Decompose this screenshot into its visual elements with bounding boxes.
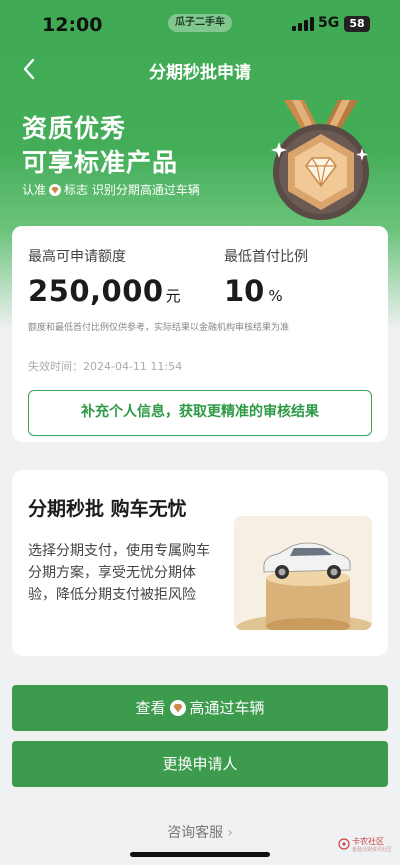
change-applicant-button[interactable]: 更换申请人 bbox=[12, 741, 388, 787]
max-quota-number: 250,000 bbox=[28, 274, 164, 308]
chevron-right-icon: › bbox=[227, 825, 233, 841]
hero-subtitle-pre: 认准 bbox=[22, 183, 47, 197]
down-payment-value: 10% bbox=[224, 274, 283, 308]
hero-title-line2: 可享标准产品 bbox=[22, 148, 179, 177]
hero-subtitle-post: 标志 识别分期高通过车辆 bbox=[64, 183, 200, 197]
promo-card: 分期秒批 购车无忧 选择分期支付，使用专属购车分期方案，享受无忧分期体验，降低分… bbox=[12, 470, 388, 656]
down-payment-unit: % bbox=[268, 287, 283, 305]
down-payment-label: 最低首付比例 bbox=[224, 249, 308, 265]
quota-card: 最高可申请额度 250,000 元 最低首付比例 10% 额度和最低首付比例仅供参… bbox=[12, 226, 388, 442]
customer-service-label: 咨询客服 bbox=[167, 825, 224, 841]
view-button-post: 高通过车辆 bbox=[189, 699, 265, 717]
supplement-info-button[interactable]: 补充个人信息，获取更精准的审核结果 bbox=[28, 390, 372, 436]
max-quota-value: 250,000 元 bbox=[28, 274, 181, 308]
view-high-approval-cars-button[interactable]: 查看 高通过车辆 bbox=[12, 685, 388, 731]
max-quota-label: 最高可申请额度 bbox=[28, 249, 126, 265]
disclaimer-text: 额度和最低首付比例仅供参考，实际结果以金融机构审核结果为准 bbox=[28, 323, 290, 333]
down-payment-number: 10 bbox=[224, 274, 265, 308]
watermark: 卡农社区 金融分期资讯社区 bbox=[338, 834, 396, 856]
home-indicator bbox=[130, 852, 270, 857]
watermark-subtext: 金融分期资讯社区 bbox=[352, 847, 393, 853]
network-type: 5G bbox=[318, 15, 340, 31]
hero-title: 资质优秀 可享标准产品 bbox=[22, 112, 178, 180]
signal-icon bbox=[292, 17, 314, 31]
status-time: 12:00 bbox=[42, 14, 103, 36]
gem-icon bbox=[49, 183, 62, 196]
page-title: 分期秒批申请 bbox=[149, 63, 251, 83]
hero-subtitle: 认准 标志 识别分期高通过车辆 bbox=[22, 181, 200, 198]
watermark-logo-icon bbox=[338, 838, 350, 850]
car-on-podium-image bbox=[234, 516, 372, 630]
promo-title: 分期秒批 购车无忧 bbox=[28, 498, 187, 520]
medal-diamond-icon bbox=[271, 100, 369, 220]
battery-icon: 58 bbox=[344, 16, 370, 32]
max-quota-unit: 元 bbox=[165, 287, 182, 305]
hero-title-line1: 资质优秀 bbox=[22, 114, 127, 143]
status-bar: 12:00 瓜子二手车 5G 58 bbox=[0, 0, 400, 50]
expiry-time: 失效时间：2024-04-11 11:54 bbox=[28, 360, 183, 373]
nav-bar: 分期秒批申请 bbox=[0, 50, 400, 90]
status-app-pill: 瓜子二手车 bbox=[168, 14, 232, 32]
gem-icon bbox=[169, 700, 186, 716]
view-button-pre: 查看 bbox=[135, 699, 166, 717]
promo-description: 选择分期支付，使用专属购车分期方案，享受无忧分期体验，降低分期支付被拒风险 bbox=[28, 543, 210, 603]
